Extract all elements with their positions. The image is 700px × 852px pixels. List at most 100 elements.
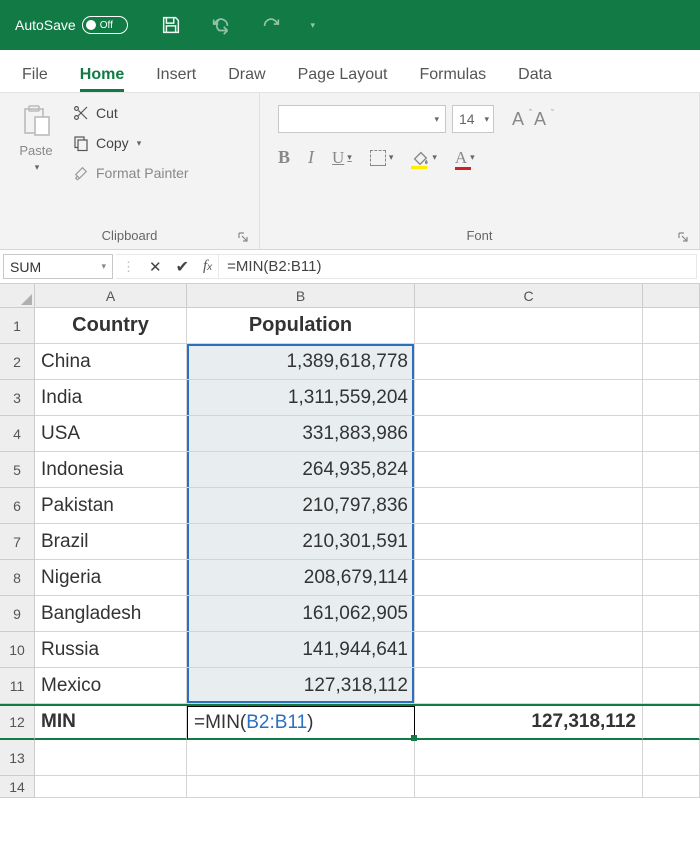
tab-file[interactable]: File <box>22 66 48 92</box>
row-header[interactable]: 8 <box>0 560 35 596</box>
cell[interactable] <box>415 344 643 380</box>
cell[interactable] <box>643 706 700 740</box>
insert-function-button[interactable]: fx <box>203 258 212 275</box>
cell[interactable]: 264,935,824 <box>187 452 415 488</box>
row-header[interactable]: 3 <box>0 380 35 416</box>
font-size-dropdown[interactable]: 14▾ <box>452 105 494 133</box>
paste-button[interactable]: Paste ▾ <box>10 99 62 177</box>
fill-color-button[interactable]: ▾ <box>411 149 437 167</box>
enter-button[interactable]: ✔ <box>176 257 189 277</box>
row-header[interactable]: 10 <box>0 632 35 668</box>
cell[interactable]: Mexico <box>35 668 187 704</box>
cell[interactable] <box>35 776 187 798</box>
cell[interactable] <box>415 632 643 668</box>
col-header-a[interactable]: A <box>35 284 187 308</box>
cut-button[interactable]: Cut <box>68 101 193 125</box>
cell[interactable]: Indonesia <box>35 452 187 488</box>
cell[interactable]: China <box>35 344 187 380</box>
cell[interactable]: MIN <box>35 706 187 740</box>
cell[interactable] <box>415 776 643 798</box>
cell[interactable]: Pakistan <box>35 488 187 524</box>
row-header[interactable]: 4 <box>0 416 35 452</box>
tab-page-layout[interactable]: Page Layout <box>298 66 388 92</box>
underline-button[interactable]: U ▾ <box>332 148 352 168</box>
cell[interactable]: 161,062,905 <box>187 596 415 632</box>
dialog-launcher-icon[interactable] <box>677 231 689 243</box>
active-cell[interactable]: =MIN(B2:B11) <box>187 706 415 740</box>
cell[interactable]: Country <box>35 308 187 344</box>
cell[interactable]: 331,883,986 <box>187 416 415 452</box>
cell[interactable] <box>643 740 700 776</box>
cell[interactable] <box>187 740 415 776</box>
decrease-font-button[interactable]: Aˇ <box>534 109 546 130</box>
autosave-toggle[interactable]: AutoSave Off <box>15 16 128 34</box>
font-name-dropdown[interactable]: ▾ <box>278 105 446 133</box>
undo-button[interactable] <box>210 14 232 36</box>
cell[interactable] <box>415 416 643 452</box>
cell[interactable]: Bangladesh <box>35 596 187 632</box>
cell[interactable] <box>415 560 643 596</box>
row-header[interactable]: 11 <box>0 668 35 704</box>
cell[interactable]: Russia <box>35 632 187 668</box>
font-color-button[interactable]: A ▾ <box>455 148 475 168</box>
select-all-button[interactable] <box>0 284 35 308</box>
row-header[interactable]: 2 <box>0 344 35 380</box>
cell[interactable] <box>415 380 643 416</box>
save-button[interactable] <box>160 14 182 36</box>
row-header[interactable]: 7 <box>0 524 35 560</box>
cell[interactable] <box>415 524 643 560</box>
cell[interactable] <box>187 776 415 798</box>
cell[interactable] <box>643 596 700 632</box>
cell[interactable] <box>643 308 700 344</box>
row-header[interactable]: 12 <box>0 706 35 740</box>
border-button[interactable]: ▾ <box>370 150 394 166</box>
italic-button[interactable]: I <box>308 147 314 168</box>
cell[interactable] <box>643 632 700 668</box>
cancel-button[interactable]: ✕ <box>149 258 162 276</box>
format-painter-button[interactable]: Format Painter <box>68 161 193 185</box>
toggle-switch[interactable]: Off <box>82 16 128 34</box>
col-header-c[interactable]: C <box>415 284 643 308</box>
cell[interactable]: 1,389,618,778 <box>187 344 415 380</box>
cell[interactable]: 127,318,112 <box>187 668 415 704</box>
qat-customize-button[interactable]: ▾ <box>302 14 324 36</box>
row-header[interactable]: 9 <box>0 596 35 632</box>
cell[interactable]: Brazil <box>35 524 187 560</box>
cell[interactable] <box>415 452 643 488</box>
cell[interactable] <box>643 380 700 416</box>
col-header-b[interactable]: B <box>187 284 415 308</box>
tab-insert[interactable]: Insert <box>156 66 196 92</box>
row-header[interactable]: 5 <box>0 452 35 488</box>
spreadsheet-grid[interactable]: A B C 1 Country Population 2 China 1,389… <box>0 284 700 798</box>
tab-home[interactable]: Home <box>80 66 124 92</box>
cell[interactable] <box>643 452 700 488</box>
cell[interactable] <box>415 308 643 344</box>
cell[interactable]: Nigeria <box>35 560 187 596</box>
cell[interactable] <box>643 776 700 798</box>
row-header[interactable]: 1 <box>0 308 35 344</box>
cell[interactable] <box>643 668 700 704</box>
cell[interactable]: 127,318,112 <box>415 706 643 740</box>
col-header-d[interactable] <box>643 284 700 308</box>
cell[interactable] <box>415 740 643 776</box>
increase-font-button[interactable]: Aˆ <box>512 109 524 130</box>
row-header[interactable]: 13 <box>0 740 35 776</box>
tab-formulas[interactable]: Formulas <box>419 66 486 92</box>
cell[interactable] <box>643 344 700 380</box>
bold-button[interactable]: B <box>278 147 290 168</box>
cell[interactable] <box>415 596 643 632</box>
cell[interactable]: 210,301,591 <box>187 524 415 560</box>
row-header[interactable]: 14 <box>0 776 35 798</box>
cell[interactable]: 208,679,114 <box>187 560 415 596</box>
redo-button[interactable] <box>260 14 282 36</box>
cell[interactable]: USA <box>35 416 187 452</box>
cell[interactable] <box>643 488 700 524</box>
cell[interactable]: India <box>35 380 187 416</box>
tab-draw[interactable]: Draw <box>228 66 265 92</box>
tab-data[interactable]: Data <box>518 66 552 92</box>
cell[interactable] <box>643 416 700 452</box>
cell[interactable] <box>643 524 700 560</box>
cell[interactable]: 1,311,559,204 <box>187 380 415 416</box>
cell[interactable] <box>643 560 700 596</box>
cell[interactable]: Population <box>187 308 415 344</box>
